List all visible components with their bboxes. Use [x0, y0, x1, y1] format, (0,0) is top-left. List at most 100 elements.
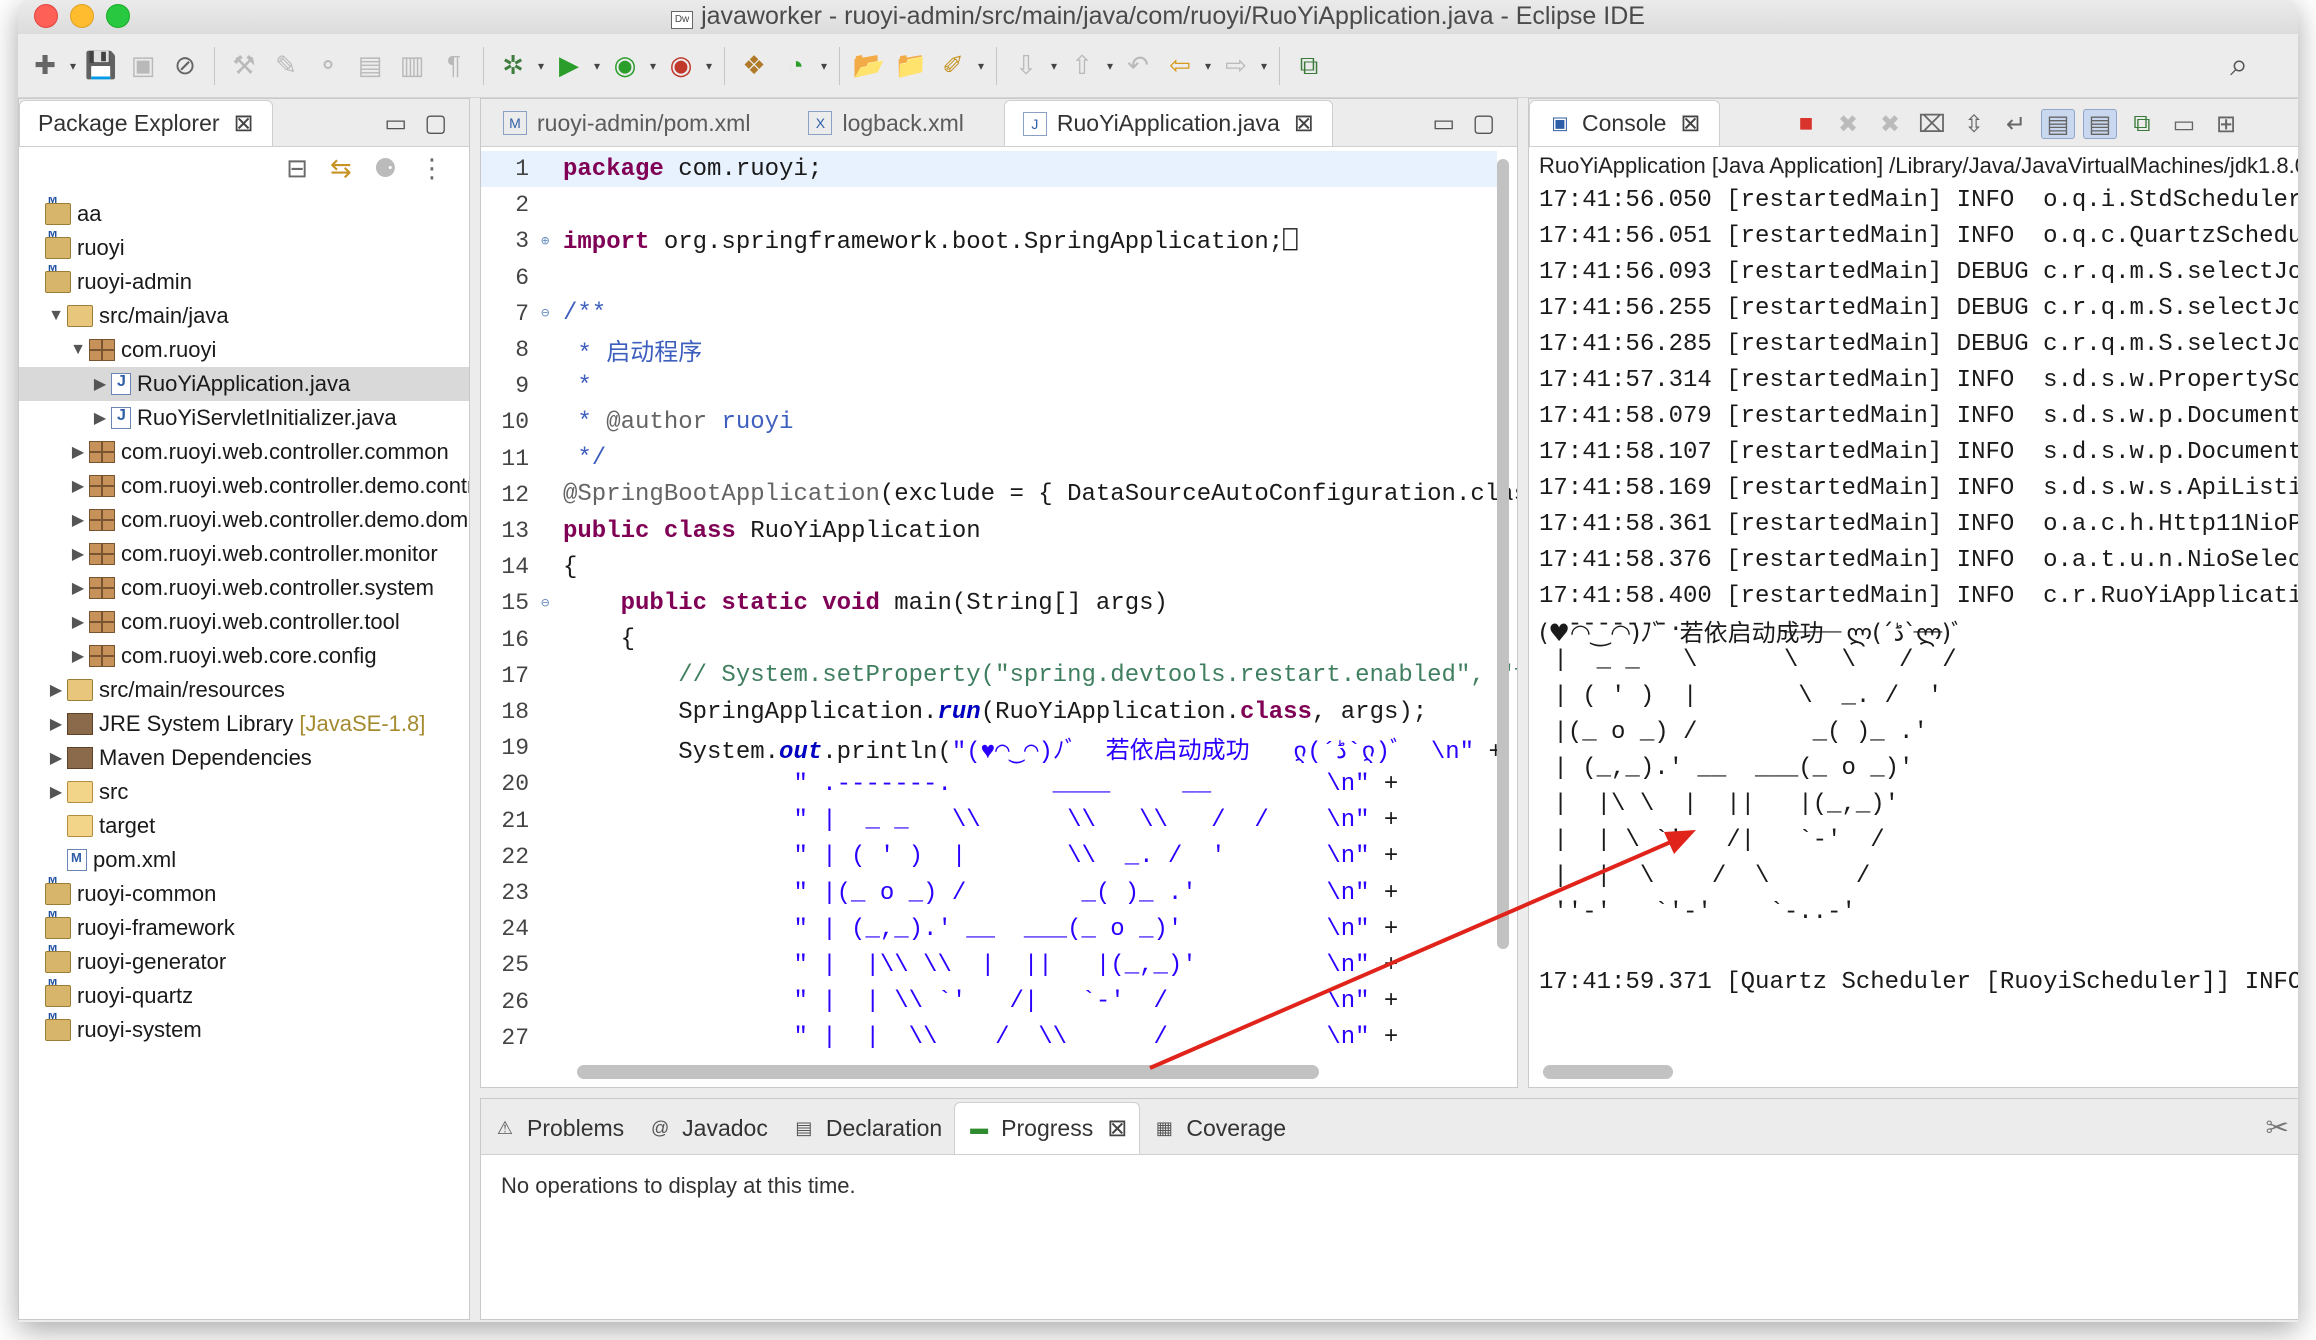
collapsed-chevron-icon[interactable]: ▶: [89, 374, 111, 394]
scroll-lock-icon[interactable]: ⇳: [1957, 109, 1991, 139]
code-line[interactable]: 13 public class RuoYiApplication: [481, 513, 1497, 549]
tree-item[interactable]: ▶ Maven Dependencies: [19, 741, 469, 775]
debug-icon[interactable]: ✲: [494, 47, 532, 85]
new-icon[interactable]: ✚: [26, 47, 64, 85]
previous-annotation-dropdown-icon[interactable]: ▾: [1103, 47, 1117, 85]
remove-launch-icon[interactable]: ✖: [1831, 109, 1865, 139]
minimize-icon[interactable]: ▭: [384, 109, 407, 138]
tab-console[interactable]: ▣ Console ⊠: [1529, 100, 1720, 146]
focus-active-task-icon[interactable]: ⚈: [374, 153, 397, 184]
tree-item[interactable]: ruoyi: [19, 231, 469, 265]
collapse-fold-icon[interactable]: ⊖: [541, 595, 559, 612]
next-annotation-dropdown-icon[interactable]: ▾: [1047, 47, 1061, 85]
code-line[interactable]: 6: [481, 260, 1497, 296]
expanded-chevron-icon[interactable]: ▼: [45, 307, 67, 325]
code-line[interactable]: 12 @SpringBootApplication(exclude = { Dat…: [481, 477, 1517, 513]
tree-item[interactable]: ▶ com.ruoyi.web.core.config: [19, 639, 469, 673]
open-resource-icon[interactable]: 📁: [892, 47, 930, 85]
external-tools-icon[interactable]: ◉: [662, 47, 700, 85]
tab-editor-file[interactable]: J RuoYiApplication.java ⊠: [1003, 100, 1333, 146]
display-console-icon[interactable]: ▭: [2167, 109, 2201, 139]
code-line[interactable]: 16 {: [481, 622, 1497, 658]
terminate-icon[interactable]: ■: [1789, 109, 1823, 139]
open-perspective-icon[interactable]: ⧉: [1290, 47, 1328, 85]
tree-item[interactable]: ▶ com.ruoyi.web.controller.common: [19, 435, 469, 469]
code-editor[interactable]: 1 package com.ruoyi; 2 3 ⊕ import org.springf…: [481, 149, 1517, 1049]
tree-item[interactable]: ruoyi-quartz: [19, 979, 469, 1013]
editor-vertical-scrollbar[interactable]: [1497, 159, 1509, 949]
collapsed-chevron-icon[interactable]: ▶: [45, 748, 67, 768]
code-line[interactable]: 19 System.out.println("(♥◠‿◠)ﾉﾞ 若依启动成功 ლ…: [481, 730, 1503, 766]
clear-console-icon[interactable]: ⌧: [1915, 109, 1949, 139]
collapsed-chevron-icon[interactable]: ▶: [67, 612, 89, 632]
tree-item[interactable]: ▶ src: [19, 775, 469, 809]
tree-item[interactable]: ▶ JRE System Library [JavaSE-1.8]: [19, 707, 469, 741]
new-java-package-icon[interactable]: ❖: [735, 47, 773, 85]
link-with-editor-icon[interactable]: ⇆: [330, 153, 352, 184]
run-icon[interactable]: ▶: [550, 47, 588, 85]
tab-progress[interactable]: ▬ Progress ⊠: [954, 1102, 1141, 1154]
tab-javadoc[interactable]: @ Javadoc: [636, 1102, 780, 1154]
collapsed-chevron-icon[interactable]: ▶: [67, 578, 89, 598]
word-wrap-icon[interactable]: ↵: [1999, 109, 2033, 139]
tab-coverage[interactable]: ▦ Coverage: [1140, 1102, 1298, 1154]
expand-fold-icon[interactable]: ⊕: [541, 233, 559, 250]
remove-all-finished-icon[interactable]: ✂: [2266, 1111, 2289, 1144]
clean-icon[interactable]: ✎: [267, 47, 305, 85]
tree-item[interactable]: aa: [19, 197, 469, 231]
code-line[interactable]: 17 // System.setProperty("spring.devtool…: [481, 658, 1517, 694]
editor-horizontal-scrollbar[interactable]: [577, 1065, 1319, 1079]
collapsed-chevron-icon[interactable]: ▶: [67, 544, 89, 564]
code-line[interactable]: 8 * 启动程序: [481, 332, 1497, 368]
last-edit-icon[interactable]: ↶: [1119, 47, 1157, 85]
tree-item[interactable]: ruoyi-system: [19, 1013, 469, 1047]
tree-item[interactable]: ▶ com.ruoyi.web.controller.demo.domain: [19, 503, 469, 537]
tab-package-explorer[interactable]: Package Explorer ⊠: [19, 100, 273, 146]
tree-item[interactable]: ruoyi-common: [19, 877, 469, 911]
code-line[interactable]: 27 " | | \\ / \\ / \n" +: [481, 1020, 1497, 1049]
previous-annotation-icon[interactable]: ⇧: [1063, 47, 1101, 85]
run-dropdown-icon[interactable]: ▾: [590, 47, 604, 85]
back-icon[interactable]: ⇦: [1161, 47, 1199, 85]
maximize-icon[interactable]: ▢: [424, 109, 447, 138]
open-type-folder-icon[interactable]: 📂: [850, 47, 888, 85]
tab-editor-file[interactable]: Xlogback.xml: [790, 100, 981, 146]
tree-item[interactable]: ▶ com.ruoyi.web.controller.monitor: [19, 537, 469, 571]
console-log[interactable]: 17:41:56.050 [restartedMain] INFO o.q.i.…: [1539, 183, 2298, 651]
show-on-stderr-icon[interactable]: ▤: [2083, 109, 2117, 139]
code-line[interactable]: 24 " | (_,_).' __ ___(_ o _)' \n" +: [481, 911, 1497, 947]
collapse-fold-icon[interactable]: ⊖: [541, 305, 559, 322]
code-line[interactable]: 1 package com.ruoyi;: [481, 151, 1497, 187]
coverage-run-icon[interactable]: ◉: [606, 47, 644, 85]
tree-item[interactable]: ▼ com.ruoyi: [19, 333, 469, 367]
pin-console-icon[interactable]: ⧉: [2125, 109, 2159, 139]
tree-item[interactable]: ruoyi-framework: [19, 911, 469, 945]
open-task-icon[interactable]: ▥: [393, 47, 431, 85]
expanded-chevron-icon[interactable]: ▼: [67, 341, 89, 359]
tree-item[interactable]: ▶ com.ruoyi.web.controller.demo.controlle…: [19, 469, 469, 503]
code-line[interactable]: 15 ⊖ public static void main(String[] arg…: [481, 585, 1497, 621]
new-class-dropdown-icon[interactable]: ▾: [817, 47, 831, 85]
maximize-icon[interactable]: ▢: [1472, 109, 1495, 138]
open-console-icon[interactable]: ⊞: [2209, 109, 2243, 139]
forward-icon[interactable]: ⇨: [1217, 47, 1255, 85]
code-line[interactable]: 2: [481, 187, 1497, 223]
code-line[interactable]: 9 *: [481, 368, 1497, 404]
tree-item[interactable]: ▶ RuoYiServletInitializer.java: [19, 401, 469, 435]
tree-item[interactable]: ▼ src/main/java: [19, 299, 469, 333]
close-icon[interactable]: ⊠: [1107, 1114, 1127, 1143]
skip-breakpoints-icon[interactable]: ⊘: [166, 47, 204, 85]
tab-declaration[interactable]: ▤ Declaration: [780, 1102, 954, 1154]
code-line[interactable]: 25 " | |\\ \\ | || |(_,_)' \n" +: [481, 947, 1497, 983]
minimize-icon[interactable]: ▭: [1432, 109, 1455, 138]
code-line[interactable]: 26 " | | \\ `' /| `-' / \n" +: [481, 984, 1497, 1020]
code-line[interactable]: 21 " | _ _ \\ \\ \\ / / \n" +: [481, 803, 1497, 839]
tree-item[interactable]: ▶ com.ruoyi.web.controller.tool: [19, 605, 469, 639]
next-annotation-icon[interactable]: ⇩: [1007, 47, 1045, 85]
tab-editor-file[interactable]: Mruoyi-admin/pom.xml: [485, 100, 768, 146]
tree-item[interactable]: ruoyi-generator: [19, 945, 469, 979]
tree-item[interactable]: ruoyi-admin: [19, 265, 469, 299]
terminal-icon[interactable]: ⚬: [309, 47, 347, 85]
external-tools-dropdown-icon[interactable]: ▾: [702, 47, 716, 85]
collapsed-chevron-icon[interactable]: ▶: [89, 408, 111, 428]
